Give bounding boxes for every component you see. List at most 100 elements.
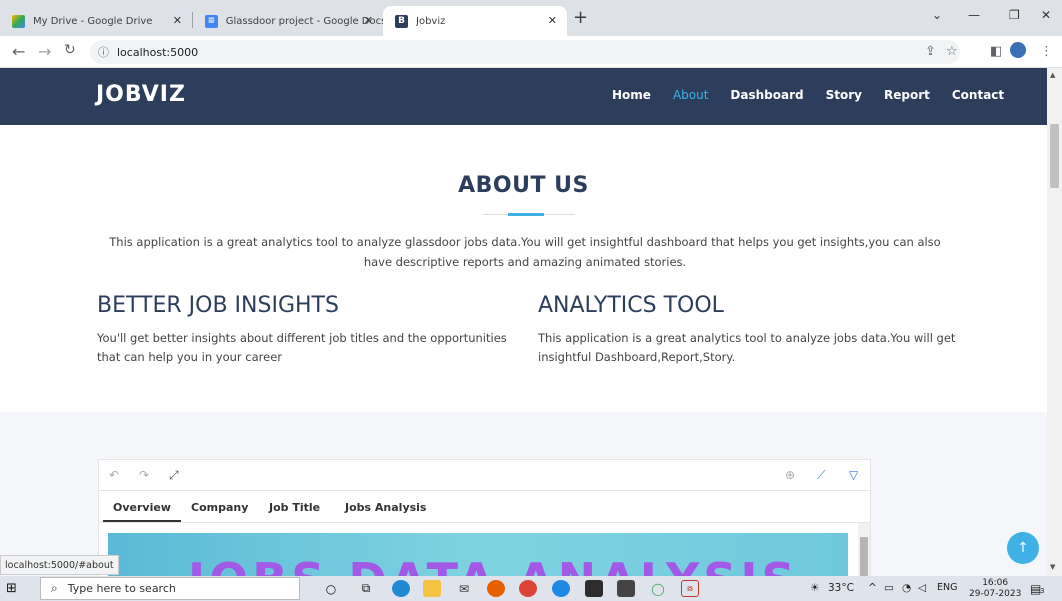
- filter-icon[interactable]: ▽: [849, 468, 858, 482]
- minimize-icon[interactable]: —: [968, 8, 980, 22]
- chrome-icon[interactable]: [519, 580, 537, 597]
- chart-icon[interactable]: ⟋: [817, 468, 825, 483]
- tray-chevron-icon[interactable]: ^: [868, 582, 877, 594]
- tab-google-drive[interactable]: My Drive - Google Drive ✕: [0, 6, 192, 36]
- language-indicator[interactable]: ENG: [937, 582, 957, 593]
- tab-label: My Drive - Google Drive: [33, 15, 153, 27]
- site-menu: Home About Dashboard Story Report Contac…: [612, 88, 1026, 102]
- close-tab-icon[interactable]: ✕: [173, 14, 182, 27]
- tab-google-docs[interactable]: ≡ Glassdoor project - Google Docs ✕: [193, 6, 383, 36]
- about-intro: This application is a great analytics to…: [109, 235, 941, 269]
- tab-search-icon[interactable]: ⌄: [932, 8, 942, 22]
- scroll-up-icon[interactable]: ▲: [1050, 71, 1055, 79]
- share-icon[interactable]: ⇪: [925, 44, 936, 59]
- more-menu-icon[interactable]: ⋮: [1040, 44, 1053, 59]
- tab-jobs-analysis[interactable]: Jobs Analysis: [345, 501, 426, 514]
- tableau-icon[interactable]: ⧇: [681, 580, 699, 597]
- page-scroll-thumb[interactable]: [1050, 124, 1059, 188]
- google-drive-icon: [12, 14, 25, 28]
- clock[interactable]: 16:06 29-07-2023: [969, 578, 1021, 600]
- status-url: localhost:5000/#about: [0, 555, 119, 575]
- circle-app-icon[interactable]: ◯: [649, 580, 667, 597]
- nav-story[interactable]: Story: [826, 88, 862, 102]
- dashboard-tabs: Overview Company Job Title Jobs Analysis: [99, 491, 870, 523]
- back-icon[interactable]: ←: [12, 42, 25, 61]
- close-window-icon[interactable]: ✕: [1041, 8, 1051, 22]
- tab-job-title[interactable]: Job Title: [269, 501, 320, 514]
- notification-count: 3: [1040, 587, 1045, 595]
- reload-icon[interactable]: ↻: [64, 42, 76, 58]
- dashboard-scrollbar[interactable]: [858, 523, 870, 576]
- temperature[interactable]: 33°C: [828, 582, 854, 594]
- restore-icon[interactable]: ❐: [1009, 8, 1020, 22]
- weather-icon[interactable]: ☀: [810, 582, 819, 594]
- edge-icon[interactable]: [392, 580, 410, 597]
- dashboard-banner: JOBS DATA ANALYSIS: [108, 533, 848, 576]
- undo-icon[interactable]: ↶: [109, 468, 119, 482]
- mail-icon[interactable]: ✉: [455, 580, 473, 597]
- back-to-top-button[interactable]: ↑: [1007, 532, 1039, 564]
- nav-about[interactable]: About: [673, 88, 708, 102]
- site-logo[interactable]: JOBVIZ: [96, 82, 186, 107]
- google-docs-icon: ≡: [205, 14, 218, 28]
- scroll-down-icon[interactable]: ▼: [1050, 563, 1055, 571]
- photos-icon[interactable]: [585, 580, 603, 597]
- bookmark-star-icon[interactable]: ☆: [946, 44, 958, 59]
- windows-start-icon[interactable]: ⊞: [6, 581, 17, 596]
- chrome-profile-icon[interactable]: [552, 580, 570, 597]
- task-view-icon[interactable]: ⧉: [357, 580, 375, 597]
- volume-icon[interactable]: ◁: [918, 582, 926, 594]
- analytics-text: This application is a great analytics to…: [538, 331, 956, 364]
- tab-label: Jobviz: [416, 15, 446, 27]
- search-icon: ⌕: [51, 581, 58, 595]
- about-section: ABOUT US This application is a great ana…: [0, 125, 1047, 412]
- address-toolbar: ← → ↻ ⓘ localhost:5000 ⇪ ☆ ◧ ⋮: [0, 36, 1062, 68]
- address-bar[interactable]: ⓘ localhost:5000: [90, 40, 960, 64]
- battery-icon[interactable]: ▭: [884, 582, 894, 594]
- new-tab-button[interactable]: +: [573, 7, 588, 28]
- nav-dashboard[interactable]: Dashboard: [730, 88, 803, 102]
- tab-jobviz[interactable]: B Jobviz ✕: [383, 6, 567, 36]
- file-explorer-icon[interactable]: [423, 580, 441, 597]
- nav-contact[interactable]: Contact: [952, 88, 1004, 102]
- arrow-up-icon: ↑: [1017, 540, 1029, 556]
- nav-home[interactable]: Home: [612, 88, 651, 102]
- clock-time: 16:06: [982, 578, 1009, 588]
- embedded-dashboard: ↶ ↷ ⤢ ⊕ ⟋ ▽ Overview Company Job Title J…: [98, 459, 871, 576]
- title-divider-accent: [508, 213, 544, 216]
- scroll-thumb[interactable]: [860, 537, 868, 576]
- search-placeholder: Type here to search: [67, 582, 176, 595]
- profile-avatar[interactable]: [1010, 42, 1026, 58]
- tab-overview[interactable]: Overview: [103, 501, 181, 522]
- clock-date: 29-07-2023: [969, 589, 1022, 599]
- analytics-heading: ANALYTICS TOOL: [538, 293, 724, 318]
- fullscreen-icon[interactable]: ⤢: [169, 468, 179, 483]
- close-tab-icon[interactable]: ✕: [548, 14, 557, 27]
- cortana-icon[interactable]: ○: [322, 580, 340, 597]
- close-tab-icon[interactable]: ✕: [364, 14, 373, 27]
- nav-report[interactable]: Report: [884, 88, 930, 102]
- dashboard-toolbar: ↶ ↷ ⤢ ⊕ ⟋ ▽: [99, 460, 870, 491]
- tab-company[interactable]: Company: [191, 501, 248, 514]
- network-icon[interactable]: ◔: [902, 582, 911, 594]
- dashboard-section: ↶ ↷ ⤢ ⊕ ⟋ ▽ Overview Company Job Title J…: [0, 412, 1047, 576]
- firefox-icon[interactable]: [487, 580, 505, 597]
- page-viewport: JOBVIZ Home About Dashboard Story Report…: [0, 68, 1047, 576]
- side-panel-icon[interactable]: ◧: [990, 44, 1002, 59]
- browser-tab-bar: My Drive - Google Drive ✕ ≡ Glassdoor pr…: [0, 0, 1062, 36]
- about-title: ABOUT US: [458, 173, 589, 198]
- taskbar-search[interactable]: ⌕ Type here to search: [40, 577, 300, 600]
- dashboard-title: JOBS DATA ANALYSIS: [188, 553, 799, 576]
- media-icon[interactable]: [617, 580, 635, 597]
- insights-text: You'll get better insights about differe…: [97, 331, 507, 364]
- site-navbar: JOBVIZ Home About Dashboard Story Report…: [0, 68, 1047, 125]
- tab-label: Glassdoor project - Google Docs: [225, 15, 383, 27]
- url-text: localhost:5000: [117, 45, 199, 59]
- zoom-icon[interactable]: ⊕: [785, 468, 795, 482]
- redo-icon[interactable]: ↷: [139, 468, 149, 482]
- windows-taskbar: ⊞ ⌕ Type here to search ○ ⧉ ✉ ◯ ⧇ ☀ 33°C…: [0, 576, 1062, 601]
- forward-icon[interactable]: →: [38, 42, 51, 61]
- jobviz-favicon-icon: B: [395, 14, 408, 28]
- page-scrollbar[interactable]: ▲ ▼: [1047, 68, 1062, 576]
- site-info-icon[interactable]: ⓘ: [98, 44, 109, 60]
